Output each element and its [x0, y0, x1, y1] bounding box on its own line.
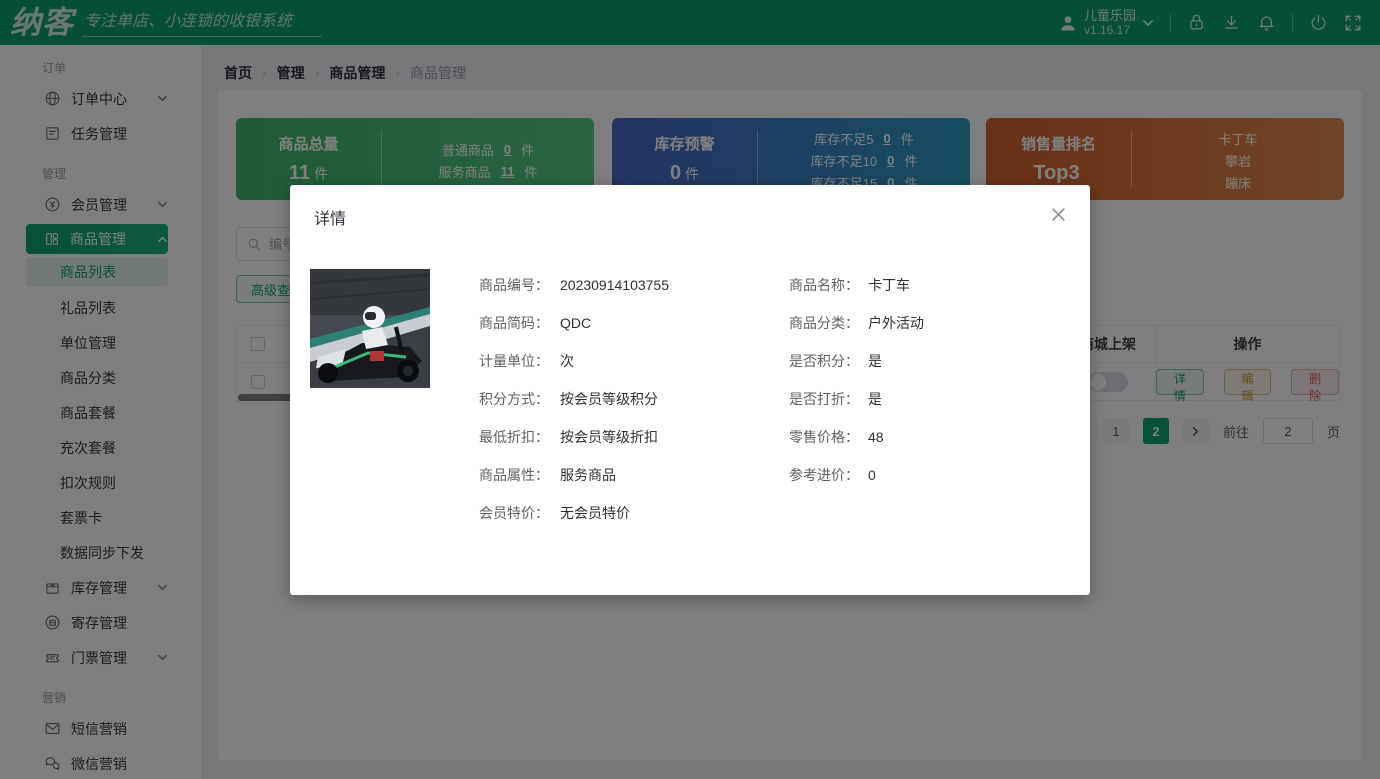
field-row: 商品名称：卡丁车: [789, 266, 924, 304]
field-row: 商品简码：QDC: [479, 304, 669, 342]
field-row: 积分方式：按会员等级积分: [479, 380, 669, 418]
field-row: 最低折扣：按会员等级折扣: [479, 418, 669, 456]
close-icon[interactable]: [1051, 207, 1066, 222]
product-image: [310, 269, 430, 388]
field-row: 商品属性：服务商品: [479, 456, 669, 494]
field-row: 会员特价：无会员特价: [479, 494, 669, 532]
field-row: 是否积分：是: [789, 342, 924, 380]
field-row: 是否打折：是: [789, 380, 924, 418]
field-row: 计量单位：次: [479, 342, 669, 380]
field-row: 零售价格：48: [789, 418, 924, 456]
field-row: 商品分类：户外活动: [789, 304, 924, 342]
app-window: 纳客 专注单店、小连锁的收银系统 儿童乐园 v1.16.17 订单: [0, 0, 1380, 779]
detail-fields-left: 商品编号：20230914103755 商品简码：QDC 计量单位：次 积分方式…: [479, 266, 669, 532]
field-row: 商品编号：20230914103755: [479, 266, 669, 304]
detail-fields-right: 商品名称：卡丁车 商品分类：户外活动 是否积分：是 是否打折：是 零售价格：48…: [789, 266, 924, 494]
product-detail-modal: 详情 商品编号：20230914103755 商品简码：QDC 计量: [290, 185, 1090, 595]
modal-title: 详情: [314, 205, 346, 229]
field-row: 参考进价：0: [789, 456, 924, 494]
